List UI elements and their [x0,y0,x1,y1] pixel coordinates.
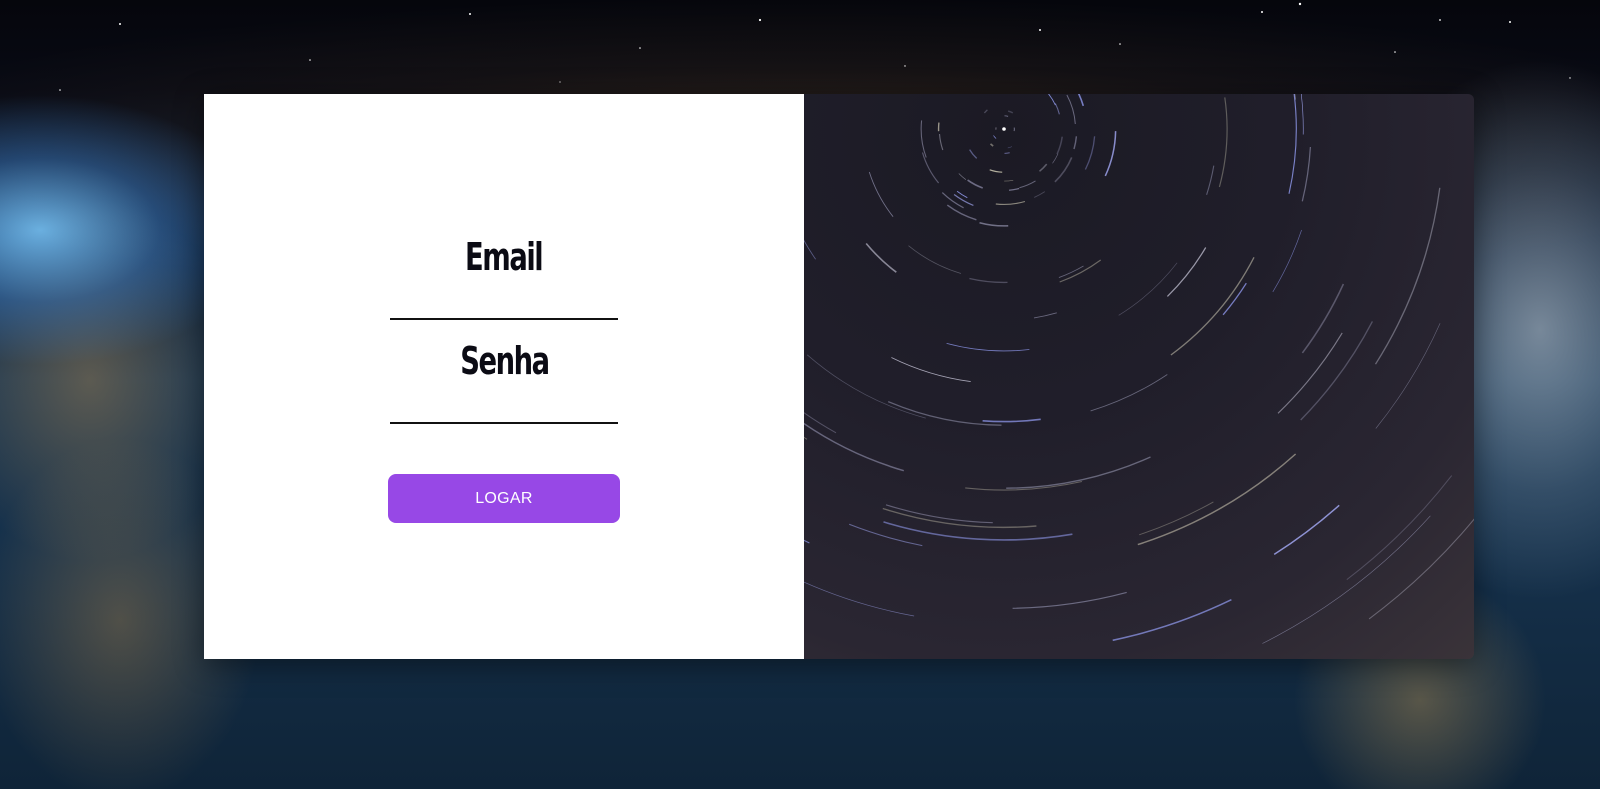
star-trail-arc [1004,115,1009,117]
star-trail-arc [1004,179,1014,182]
star-trail-arc [1301,283,1345,354]
login-form-panel: Email Senha LOGAR [204,94,804,659]
star-trail-arc [868,171,894,217]
star-trail-arc [1104,131,1117,177]
star-trail-arc [967,179,983,189]
star-trail-arc [1288,94,1297,194]
star-trail-arc [1222,282,1247,316]
star-trail-arc [989,169,1003,173]
star-trail-arc [1007,146,1013,149]
password-label: Senha [459,339,550,383]
pole-star [1002,127,1006,131]
star-trail-arc [1170,256,1255,356]
email-input[interactable] [390,288,618,320]
star-trail-arc [849,523,923,547]
star-trail-arc [1006,456,1151,489]
star-trail-arc [1038,163,1048,172]
star-trail-arc [804,559,807,659]
star-trail-arc [993,135,997,139]
star-trail-arc [920,120,927,158]
star-trail-arc [1034,191,1046,198]
star-trail-arc [1206,165,1215,195]
star-trails-graphic [804,94,1474,659]
star-trail-arc [1007,110,1014,114]
star-trail-arc [1059,259,1102,283]
star-trail-arc [989,143,994,147]
star-trail-arc [969,277,1008,284]
star-trail-arc [908,245,962,274]
star-trail-arc [882,507,1037,529]
password-input[interactable] [390,392,618,424]
star-trail-arc [865,242,897,273]
star-trail-arc [1054,157,1073,183]
star-trails-image [804,94,1474,659]
star-trail-arc [1084,136,1096,170]
star-trail-arc [946,342,1030,352]
star-trail-arc [1218,97,1228,188]
star-trail-arc [956,190,968,199]
star-trail-arc [804,539,810,544]
star-trail-arc [995,200,1026,205]
star-trail-arc [1262,515,1431,644]
star-trail-arc [1019,180,1036,189]
star-trail-arc [804,422,905,472]
star-trail-arc [1004,152,1010,154]
star-trail-arc [1346,475,1453,581]
star-trail-arc [1277,332,1343,414]
login-card: Email Senha LOGAR [204,94,1474,659]
star-trail-arc [1073,136,1078,150]
email-field-group: Email [390,234,618,320]
star-trail-arc [1368,518,1474,620]
star-trail-arc [969,149,978,159]
star-trail-arc [1294,94,1296,100]
star-trail-arc [1077,94,1085,107]
star-trail-arc [883,521,1073,541]
star-trail-arc [982,418,1041,423]
star-trail-arc [1273,504,1340,556]
star-trail-arc [891,357,971,383]
star-trail-arc [1054,103,1060,115]
star-trail-arc [804,239,816,260]
star-trail-arc [979,221,1009,227]
star-trail-arc [1012,591,1127,609]
star-trail-arc [1118,262,1178,316]
star-trail-arc [1374,187,1441,365]
star-trail-arc [1090,374,1168,412]
login-button[interactable]: LOGAR [388,474,620,523]
star-trail-arc [1052,153,1059,164]
star-trail-arc [1048,94,1056,106]
star-trail-arc [1056,136,1063,155]
star-trail-arc [1008,187,1020,191]
star-trail-arc [1066,94,1076,125]
star-trail-arc [1166,247,1207,297]
star-trail-arc [1375,323,1441,429]
star-trail-arc [1300,94,1304,135]
star-trail-arc [1300,321,1373,421]
star-trail-arc [1272,229,1302,293]
password-field-group: Senha [390,338,618,424]
star-trail-arc [941,192,964,209]
star-trail-arc [921,152,940,184]
star-trail-arc [983,109,988,114]
star-trail-arc [1301,146,1312,202]
star-trail-arc [958,173,967,181]
star-trail-arc [1112,598,1232,642]
star-trail-arc [1033,312,1057,319]
star-trail-arc [938,133,944,151]
star-trail-arc [804,581,915,617]
star-trail-arc [1137,453,1297,546]
email-label: Email [465,235,544,279]
star-trail-arc [1058,265,1084,279]
